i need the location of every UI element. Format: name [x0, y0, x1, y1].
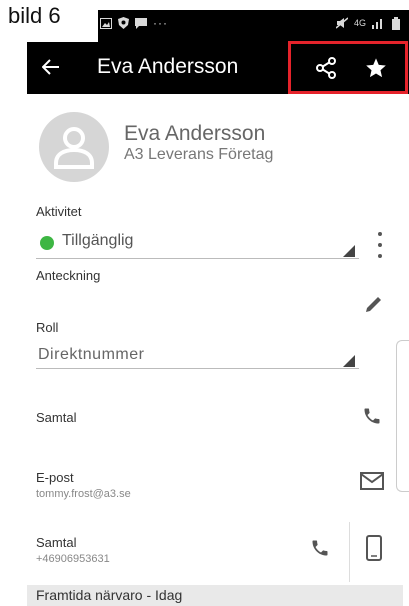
back-button[interactable] — [27, 40, 75, 94]
status-available-indicator — [40, 236, 54, 250]
email-label: E-post — [36, 470, 74, 485]
dropdown-arrow-icon — [343, 245, 355, 257]
email-button[interactable] — [360, 472, 388, 496]
more-dots-icon: ··· — [153, 16, 168, 30]
dot-icon — [378, 254, 382, 258]
status-bar: ··· 4G — [100, 12, 400, 34]
signal-icon — [372, 19, 382, 29]
mute-icon — [335, 17, 348, 29]
edit-note-button[interactable] — [364, 294, 386, 316]
activity-value: Tillgänglig — [62, 232, 134, 249]
role-label: Roll — [36, 320, 59, 335]
side-scroll-handle[interactable] — [396, 340, 409, 492]
mobile-button[interactable] — [366, 535, 384, 565]
divider — [349, 522, 350, 582]
avatar — [39, 112, 109, 182]
chat-icon — [135, 17, 147, 29]
arrow-left-icon — [42, 59, 59, 75]
person-icon — [54, 127, 94, 169]
phone-icon — [364, 408, 380, 424]
annotation-highlight-box — [288, 41, 408, 94]
call-label: Samtal — [36, 410, 77, 425]
email-value: tommy.frost@a3.se — [36, 488, 131, 500]
dropdown-arrow-icon — [343, 355, 355, 367]
future-presence-header[interactable]: Framtida närvaro - Idag — [27, 585, 403, 606]
dot-icon — [378, 232, 382, 236]
dot-icon — [378, 243, 382, 247]
contact-company: A3 Leverans Företag — [124, 146, 274, 163]
call-button[interactable] — [362, 406, 386, 430]
shield-icon — [118, 17, 129, 29]
mobile-phone-icon — [366, 535, 382, 561]
call-mobile-button[interactable] — [310, 538, 334, 562]
contact-name: Eva Andersson — [124, 122, 266, 145]
phone-icon — [312, 540, 328, 556]
call-mobile-label: Samtal — [36, 535, 77, 550]
image-caption: bild 6 — [0, 0, 98, 42]
pencil-icon — [366, 297, 381, 312]
note-label: Anteckning — [36, 268, 101, 283]
more-options-button[interactable] — [372, 232, 388, 258]
envelope-icon — [360, 472, 384, 490]
toolbar-title: Eva Andersson — [97, 55, 239, 78]
activity-label: Aktivitet — [36, 204, 82, 219]
role-value: Direktnummer — [38, 346, 145, 363]
battery-icon — [392, 16, 400, 30]
network-type: 4G — [353, 18, 366, 28]
phone-number: +46906953631 — [36, 553, 110, 565]
image-icon — [100, 17, 112, 29]
